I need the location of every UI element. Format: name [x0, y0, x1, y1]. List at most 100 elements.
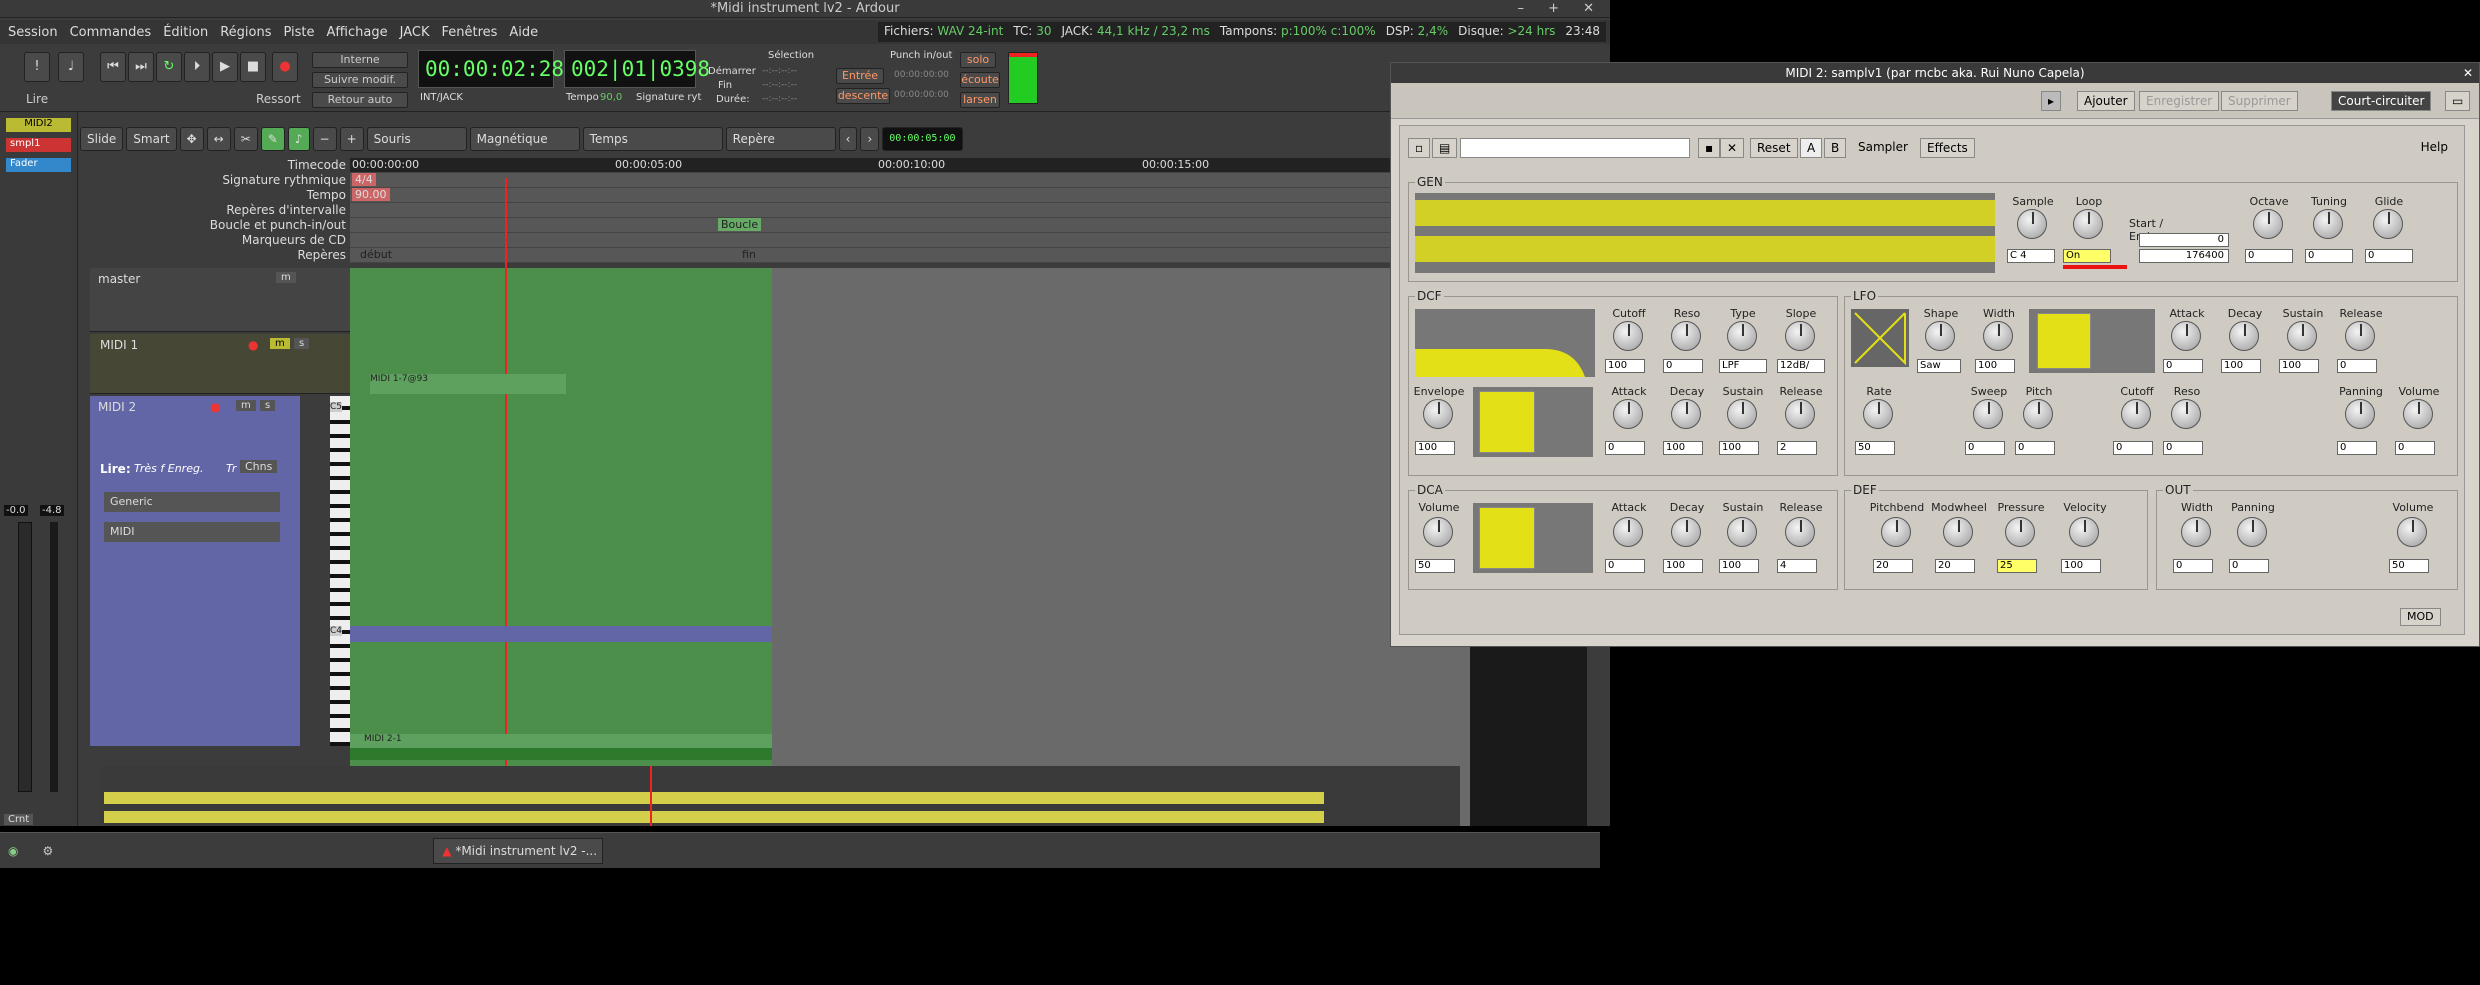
track-name[interactable]: master	[98, 272, 140, 286]
dca-attack-spin[interactable]: 0	[1605, 559, 1645, 573]
internal-edit-icon[interactable]: ♪	[287, 127, 310, 151]
close-icon[interactable]: ✕	[2463, 63, 2473, 83]
pressure-knob[interactable]	[2005, 517, 2035, 547]
lfo-volume-knob[interactable]	[2403, 399, 2433, 429]
slope-select[interactable]: 12dB/	[1777, 359, 1825, 373]
zoom-out-icon[interactable]: −	[312, 127, 337, 151]
lfo-attack-knob[interactable]	[2171, 321, 2201, 351]
open-icon[interactable]: ▤	[1432, 138, 1458, 158]
lfo-sustain-knob[interactable]	[2287, 321, 2317, 351]
dcf-release-spin[interactable]: 2	[1777, 441, 1817, 455]
glide-knob[interactable]	[2373, 209, 2403, 239]
retour-auto-button[interactable]: Retour auto	[312, 92, 408, 108]
region-midi1[interactable]: MIDI 1-7@93	[370, 374, 566, 394]
menu-edition[interactable]: Édition	[163, 25, 208, 40]
lfo-shape-select[interactable]: Saw	[1917, 359, 1961, 373]
tuning-knob[interactable]	[2313, 209, 2343, 239]
menu-piste[interactable]: Piste	[283, 25, 314, 40]
range-tool-icon[interactable]: ↔	[206, 127, 231, 151]
a-button[interactable]: A	[1800, 138, 1823, 158]
track-midi1[interactable]: MIDI 1 ● m s	[90, 334, 350, 394]
larsen-button[interactable]: larsen	[960, 92, 1000, 108]
dcf-release-knob[interactable]	[1785, 399, 1815, 429]
supprimer-button[interactable]: Supprimer	[2221, 91, 2298, 111]
lfo-panning-knob[interactable]	[2345, 399, 2375, 429]
type-knob[interactable]	[1727, 321, 1757, 351]
goto-start-icon[interactable]: ⏮	[100, 52, 126, 82]
timecode-ruler[interactable]: 00:00:00:00 00:00:05:00 00:00:10:00 00:0…	[350, 158, 1470, 173]
editor-summary[interactable]	[100, 766, 1460, 826]
play-range-icon[interactable]: ⏵	[184, 52, 210, 82]
cutoff-knob[interactable]	[1613, 321, 1643, 351]
tab-sampler[interactable]: Sampler	[1852, 138, 1914, 158]
chns-button[interactable]: Chns	[240, 460, 278, 473]
dca-release-knob[interactable]	[1785, 517, 1815, 547]
launcher-icon[interactable]: ⚙	[42, 844, 53, 858]
save-icon[interactable]: ▪	[1698, 138, 1721, 158]
out-volume-spin[interactable]: 50	[2389, 559, 2429, 573]
envelope-knob[interactable]	[1423, 399, 1453, 429]
rec-arm-icon[interactable]: ●	[210, 400, 220, 414]
descente-button[interactable]: descente	[836, 88, 890, 104]
lfo-rate-spin[interactable]: 50	[1855, 441, 1895, 455]
midi-mode-select[interactable]: MIDI	[104, 522, 280, 542]
lfo-release-spin[interactable]: 0	[2337, 359, 2377, 373]
dcf-envelope-display[interactable]	[1473, 387, 1593, 457]
loop-marker[interactable]: Boucle	[718, 218, 762, 231]
lfo-sustain-spin[interactable]: 100	[2279, 359, 2319, 373]
glide-spin[interactable]: 0	[2365, 249, 2413, 263]
mute-button[interactable]: m	[270, 338, 290, 349]
sample-spin[interactable]: C 4	[2007, 249, 2055, 263]
menu-jack[interactable]: JACK	[400, 25, 430, 40]
track-midi2[interactable]: MIDI 2 ● m s Lire: Très f Enreg. Tr Chns…	[90, 396, 300, 746]
meter-ruler[interactable]: 4/4	[350, 173, 1470, 188]
menu-session[interactable]: Session	[8, 25, 58, 40]
out-width-spin[interactable]: 0	[2173, 559, 2213, 573]
octave-knob[interactable]	[2253, 209, 2283, 239]
dca-release-spin[interactable]: 4	[1777, 559, 1817, 573]
zoom-in-icon[interactable]: +	[339, 127, 364, 151]
track-master[interactable]: master m	[90, 268, 350, 332]
menu-fenetres[interactable]: Fenêtres	[441, 25, 497, 40]
lfo-envelope-display[interactable]	[2029, 309, 2155, 373]
preset-combo[interactable]	[1460, 138, 1690, 158]
start-spin[interactable]: 0	[2139, 233, 2229, 247]
smart-mode-button[interactable]: Smart	[126, 127, 177, 151]
mute-button[interactable]: m	[236, 400, 256, 411]
dca-attack-knob[interactable]	[1613, 517, 1643, 547]
entree-button[interactable]: Entrée	[836, 68, 884, 84]
lfo-panning-spin[interactable]: 0	[2337, 441, 2377, 455]
dca-volume-knob[interactable]	[1423, 517, 1453, 547]
dca-decay-spin[interactable]: 100	[1663, 559, 1703, 573]
cd-ruler[interactable]	[350, 233, 1470, 248]
out-volume-knob[interactable]	[2397, 517, 2427, 547]
solo-button[interactable]: s	[260, 400, 276, 411]
lfo-volume-spin[interactable]: 0	[2395, 441, 2435, 455]
loop-ruler[interactable]: Boucle	[350, 218, 1470, 233]
lfo-sweep-spin[interactable]: 0	[1965, 441, 2005, 455]
mute-button[interactable]: m	[276, 272, 296, 283]
metronome-icon[interactable]: ♩	[58, 52, 84, 82]
automation-mode-value[interactable]: Très f Enreg.	[134, 462, 203, 475]
type-select[interactable]: LPF	[1719, 359, 1767, 373]
out-width-knob[interactable]	[2181, 517, 2211, 547]
out-panning-spin[interactable]: 0	[2229, 559, 2269, 573]
lfo-decay-spin[interactable]: 100	[2221, 359, 2261, 373]
draw-tool-icon[interactable]: ✎	[260, 127, 285, 151]
cut-tool-icon[interactable]: ✂	[233, 127, 258, 151]
reset-button[interactable]: Reset	[1750, 138, 1798, 158]
bypass-button[interactable]: Court-circuiter	[2331, 91, 2432, 111]
enregistrer-button[interactable]: Enregistrer	[2139, 91, 2220, 111]
octave-spin[interactable]: 0	[2245, 249, 2293, 263]
grid-type-select[interactable]: Temps	[582, 127, 723, 151]
strip-name[interactable]: MIDI2	[6, 118, 71, 132]
dcf-sustain-knob[interactable]	[1727, 399, 1757, 429]
region-midi2[interactable]: MIDI 2-1	[350, 734, 772, 748]
lfo-shape-knob[interactable]	[1925, 321, 1955, 351]
dca-envelope-display[interactable]	[1473, 503, 1593, 573]
track-name[interactable]: MIDI 2	[98, 400, 136, 414]
meter-marker[interactable]: 4/4	[352, 173, 376, 186]
loop-knob[interactable]	[2073, 209, 2103, 239]
lfo-attack-spin[interactable]: 0	[2163, 359, 2203, 373]
plugin-slot[interactable]: smpl1	[6, 138, 71, 152]
